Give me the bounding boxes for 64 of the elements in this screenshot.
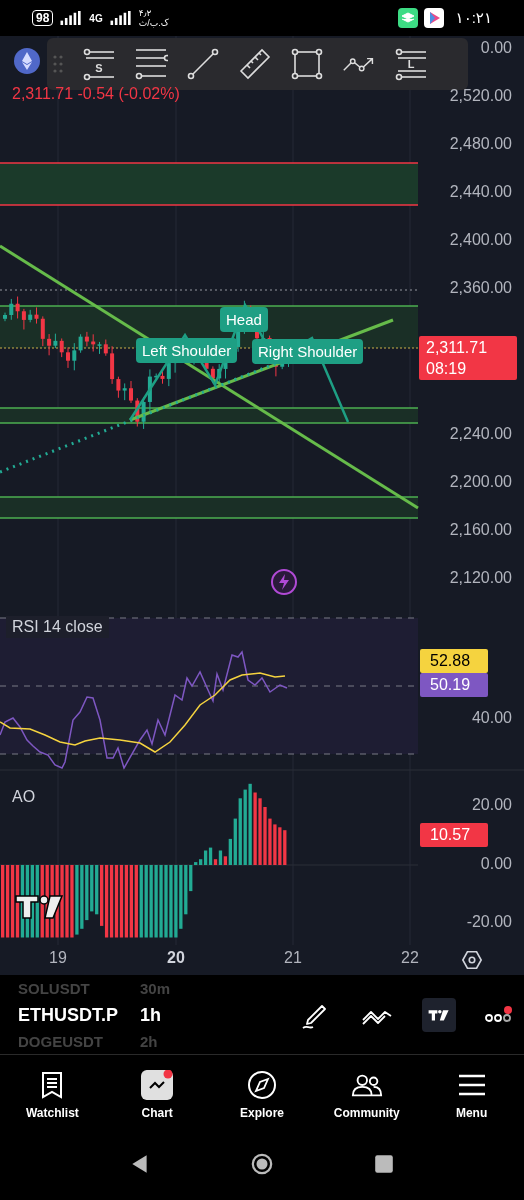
network-type: 4G <box>89 12 103 24</box>
lines-l-tool[interactable]: L <box>387 44 435 84</box>
logo-icon <box>15 895 64 919</box>
nav-tab[interactable]: Explore <box>217 1070 307 1120</box>
price-axis-label: 2,160.00 <box>449 520 512 540</box>
pattern-label: Head <box>220 307 268 332</box>
last-price-label: 2,311.71 08:19 <box>419 336 517 380</box>
price-axis-label: 2,520.00 <box>449 86 512 106</box>
data-speed: ک.ب/ث <box>138 18 169 28</box>
line-icon <box>186 47 220 81</box>
price-axis-label: 2,480.00 <box>449 134 512 154</box>
horizontal-lines-icon <box>394 47 428 81</box>
lines-s-tool[interactable]: S <box>75 44 123 84</box>
time-axis-label: 22 <box>400 949 420 967</box>
price-axis-label: 2,120.00 <box>449 568 512 588</box>
ao-axis-label: 20.00 <box>471 795 512 815</box>
horizontal-lines-icon <box>82 47 116 81</box>
price-axis-label: 2,360.00 <box>449 278 512 298</box>
nav-tab[interactable]: Watchlist <box>7 1070 98 1120</box>
settings-icon[interactable] <box>461 949 483 971</box>
price-axis-label: 0.00 <box>480 38 512 58</box>
price-quote: 2,311.71 -0.54 (-0.02%) <box>12 85 180 103</box>
rectangle-icon <box>290 47 324 81</box>
time-axis-label: 19 <box>48 949 68 967</box>
ethereum-logo-icon <box>14 48 40 74</box>
drag-handle-icon[interactable] <box>53 54 63 74</box>
home-icon[interactable] <box>251 1152 273 1175</box>
indicator-value-label: 10.57 <box>420 823 488 847</box>
nav-tab[interactable]: Chart <box>112 1070 203 1120</box>
compass-icon <box>246 1070 278 1100</box>
indicator-value-label: 50.19 <box>420 673 488 697</box>
more-icon[interactable] <box>484 1004 514 1025</box>
indicator-value-label: 52.88 <box>420 649 488 673</box>
recents-icon[interactable] <box>373 1152 395 1175</box>
price-axis-label: 2,200.00 <box>449 472 512 492</box>
lightning-icon[interactable] <box>270 568 298 596</box>
pattern-label: Left Shoulder <box>136 338 238 363</box>
indicator-title: AO <box>11 787 37 807</box>
price-axis-label: 2,240.00 <box>449 424 512 444</box>
signal-icon <box>59 11 84 25</box>
ao-axis-label: -20.00 <box>466 912 512 932</box>
price-axis-label: 2,400.00 <box>449 230 512 250</box>
rsi-axis-label: 40.00 <box>471 708 512 728</box>
candle <box>129 380 133 404</box>
nav-tab[interactable]: Community <box>321 1070 412 1120</box>
parallel-lines-icon <box>134 47 168 81</box>
candle <box>66 347 70 369</box>
price-axis-label: 2,440.00 <box>449 182 512 202</box>
time-axis-label: 21 <box>283 949 303 967</box>
pattern-label: Right Shoulder <box>252 339 364 364</box>
ao-axis-label: 0.00 <box>480 853 512 874</box>
play-store-icon <box>423 8 444 28</box>
battery-icon: 98 <box>32 10 54 26</box>
logo-button[interactable] <box>422 997 456 1032</box>
layers-app-icon <box>397 8 418 28</box>
data-speed: ۴٫۲ <box>138 8 153 18</box>
clock: ۱۰:۲۱ <box>455 9 492 27</box>
signal-icon <box>108 11 133 25</box>
ruler-icon <box>238 47 272 81</box>
nav-tab[interactable]: Menu <box>426 1070 517 1120</box>
indicator-title: RSI 14 close <box>6 616 109 638</box>
candle <box>3 312 7 322</box>
symbol-item[interactable]: ETHUSDT.P 1h <box>18 1000 171 1029</box>
time-axis-label: 20 <box>166 949 186 967</box>
